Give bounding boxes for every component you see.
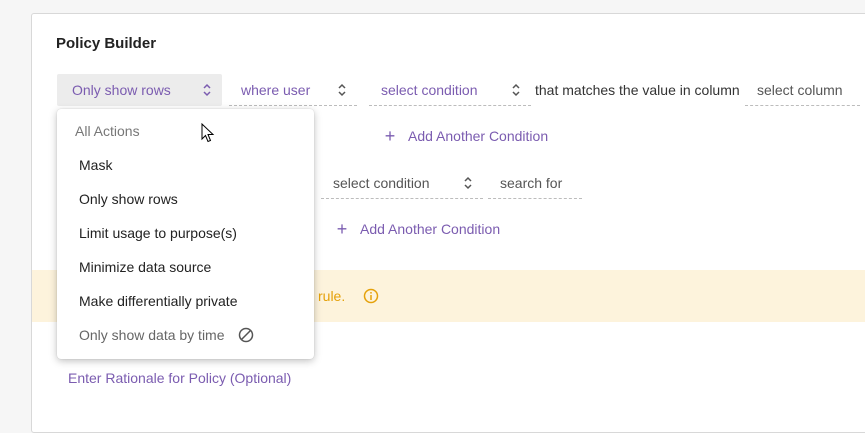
action-select[interactable]: Only show rows (57, 74, 222, 106)
search-for-placeholder: search for (500, 174, 563, 191)
menu-header-all-actions: All Actions (75, 123, 140, 139)
add-condition-label-1: Add Another Condition (408, 128, 549, 144)
plus-icon: + (384, 126, 396, 146)
disabled-icon (238, 327, 253, 343)
updown-chevron-icon (512, 83, 520, 97)
updown-chevron-icon (203, 83, 211, 97)
enter-rationale-link[interactable]: Enter Rationale for Policy (Optional) (68, 370, 291, 386)
menu-item-only-show-rows[interactable]: Only show rows (79, 191, 178, 207)
condition-select-1-value: select condition (381, 81, 478, 98)
search-for-input[interactable]: search for (488, 167, 582, 199)
info-icon[interactable] (363, 288, 379, 304)
add-condition-button-2[interactable]: + Add Another Condition (336, 219, 501, 239)
matches-value-text: that matches the value in column (535, 82, 740, 98)
menu-item-minimize-data-source[interactable]: Minimize data source (79, 259, 211, 275)
user-select-value: where user (241, 81, 311, 98)
plus-icon: + (336, 219, 348, 239)
condition-select-1[interactable]: select condition (369, 74, 531, 106)
add-condition-button-1[interactable]: + Add Another Condition (384, 126, 549, 146)
user-select[interactable]: where user (229, 74, 357, 106)
add-condition-label-2: Add Another Condition (360, 221, 501, 237)
warning-text: rule. (318, 288, 346, 304)
menu-item-show-data-by-time: Only show data by time (79, 327, 254, 343)
condition-select-2[interactable]: select condition (321, 167, 483, 199)
menu-item-mask[interactable]: Mask (79, 157, 112, 173)
menu-item-differentially-private[interactable]: Make differentially private (79, 293, 237, 309)
actions-dropdown-menu: All Actions Mask Only show rows Limit us… (57, 109, 314, 359)
menu-item-limit-usage[interactable]: Limit usage to purpose(s) (79, 225, 237, 241)
action-select-value: Only show rows (72, 82, 171, 98)
policy-builder-title: Policy Builder (56, 35, 157, 52)
updown-chevron-icon (464, 176, 472, 190)
updown-chevron-icon (338, 83, 346, 97)
column-select[interactable]: select column (745, 74, 860, 106)
condition-select-2-value: select condition (333, 174, 430, 191)
column-select-value: select column (757, 81, 843, 98)
menu-item-show-data-by-time-label: Only show data by time (79, 327, 225, 343)
mouse-cursor-icon (201, 123, 215, 143)
